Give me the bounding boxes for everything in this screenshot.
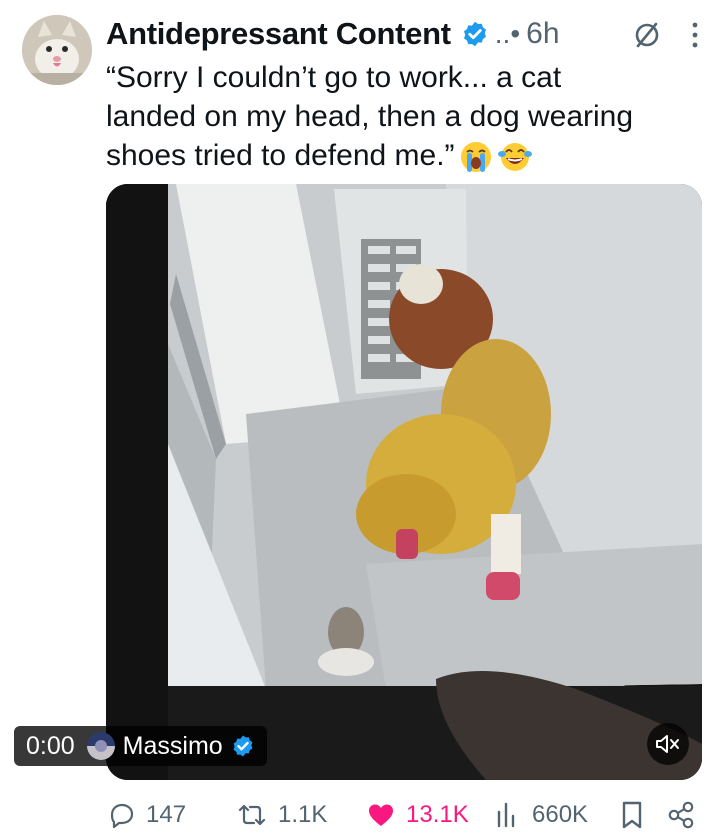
video-frame bbox=[106, 184, 702, 780]
like-button[interactable]: 13.1K bbox=[366, 795, 469, 835]
post-time[interactable]: 6h bbox=[526, 17, 559, 51]
author-name[interactable]: Antidepressant Content bbox=[106, 16, 451, 52]
views-button[interactable]: 660K bbox=[494, 795, 588, 835]
share-icon bbox=[668, 801, 694, 829]
verified-badge-icon bbox=[463, 21, 486, 47]
reply-icon bbox=[110, 803, 134, 829]
reply-count: 147 bbox=[146, 801, 187, 828]
post-text-line: “Sorry I couldn’t go to work... a cat bbox=[106, 61, 562, 94]
heart-icon bbox=[369, 804, 393, 826]
repost-button[interactable]: 1.1K bbox=[236, 795, 327, 835]
post-text-line: landed on my head, then a dog wearing bbox=[106, 100, 634, 133]
reply-button[interactable]: 147 bbox=[106, 795, 186, 835]
grok-icon[interactable] bbox=[632, 20, 662, 50]
source-avatar[interactable] bbox=[86, 732, 115, 760]
like-count: 13.1K bbox=[406, 801, 469, 828]
author-avatar[interactable] bbox=[22, 15, 92, 85]
share-button[interactable] bbox=[666, 795, 696, 835]
volume-muted-icon[interactable] bbox=[647, 723, 689, 765]
loudly-crying-face-icon bbox=[460, 142, 491, 173]
post-text-line: shoes tried to defend me.” bbox=[106, 136, 696, 175]
bookmark-button[interactable] bbox=[620, 795, 644, 835]
tears-of-joy-face-icon bbox=[497, 143, 532, 172]
repost-icon bbox=[238, 804, 266, 826]
action-bar: 147 1.1K 13.1K 660K bbox=[106, 795, 702, 835]
more-options-icon[interactable] bbox=[688, 20, 702, 50]
views-count: 660K bbox=[532, 801, 589, 828]
video-player[interactable] bbox=[106, 184, 702, 780]
views-chart-icon bbox=[497, 802, 515, 828]
post-text: “Sorry I couldn’t go to work... a cat la… bbox=[106, 58, 696, 175]
video-info-bar: 0:00 Massimo bbox=[14, 726, 267, 766]
author-handle[interactable]: ..• bbox=[495, 18, 520, 50]
repost-count: 1.1K bbox=[278, 801, 328, 828]
source-verified-badge-icon bbox=[233, 735, 253, 757]
video-timer: 0:00 bbox=[26, 731, 75, 760]
source-name[interactable]: Massimo bbox=[123, 732, 223, 761]
bookmark-icon bbox=[622, 801, 642, 829]
post-header: Antidepressant Content ..• 6h bbox=[106, 12, 702, 56]
